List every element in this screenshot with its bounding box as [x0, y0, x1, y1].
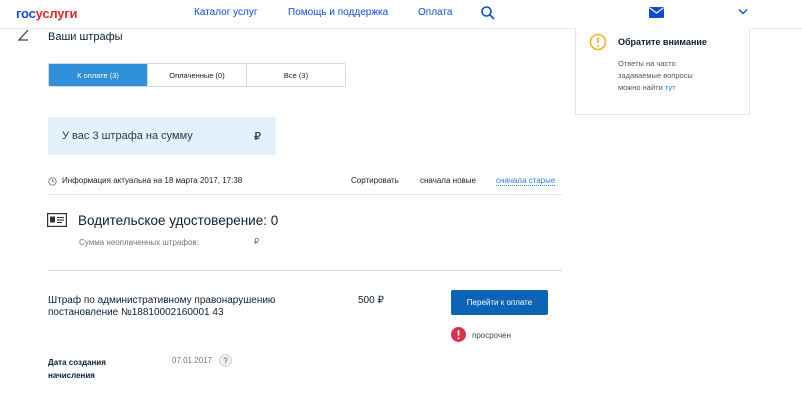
chevron-down-icon[interactable]	[738, 8, 748, 15]
notice-link[interactable]: тут	[665, 83, 676, 92]
notice-panel: Обратите внимание Ответы на часто задава…	[575, 28, 750, 115]
notice-title: Обратите внимание	[618, 37, 707, 47]
gosuslugi-logo[interactable]: госуслуги	[16, 6, 78, 21]
fines-tabs: К оплате (3) Оплаченные (0) Все (3)	[48, 63, 346, 87]
sort-oldest[interactable]: сначала старые	[496, 176, 556, 186]
tab-paid[interactable]: Оплаченные (0)	[148, 64, 247, 86]
clock-icon	[48, 177, 57, 186]
divider	[48, 194, 562, 195]
page-title: Ваши штрафы	[48, 31, 123, 43]
license-title: Водительское удостоверение: 0	[78, 213, 279, 228]
search-icon[interactable]	[480, 5, 496, 21]
sort-label: Сортировать	[351, 176, 399, 185]
overdue-icon	[451, 327, 466, 342]
summary-box: У вас 3 штрафа на сумму ₽	[48, 117, 276, 155]
mail-icon[interactable]	[649, 7, 664, 18]
warning-icon	[589, 33, 607, 51]
nav-payment[interactable]: Оплата	[418, 7, 452, 18]
tab-all[interactable]: Все (3)	[247, 64, 345, 86]
sort-newest[interactable]: сначала новые	[420, 176, 476, 185]
date-created-value: 07.01.2017	[172, 356, 213, 365]
divider	[48, 270, 562, 271]
notice-text: Ответы на часто задаваемые вопросы можно…	[618, 59, 693, 92]
help-icon[interactable]: ?	[219, 354, 232, 367]
nav-help[interactable]: Помощь и поддержка	[288, 7, 388, 18]
tab-to-pay[interactable]: К оплате (3)	[49, 64, 148, 86]
fine-amount: 500 ₽	[358, 295, 384, 306]
unpaid-sum-currency: ₽	[254, 237, 260, 246]
summary-currency: ₽	[254, 131, 261, 143]
back-arrow-icon[interactable]	[16, 28, 32, 44]
unpaid-sum-label: Сумма неоплаченных штрафов:	[79, 238, 199, 247]
top-bar: госуслуги Каталог услуг Помощь и поддерж…	[0, 0, 802, 29]
summary-text: У вас 3 штрафа на сумму	[62, 130, 193, 142]
pay-button[interactable]: Перейти к оплате	[451, 290, 548, 315]
fine-title: Штраф по административному правонарушени…	[48, 295, 276, 318]
id-card-icon	[47, 213, 67, 227]
overdue-status: просрочен	[472, 331, 511, 340]
svg-text:?: ?	[223, 356, 228, 365]
date-created-label: Дата создания начисления	[48, 358, 106, 380]
nav-catalog[interactable]: Каталог услуг	[194, 7, 258, 18]
info-timestamp: Информация актуальна на 18 марта 2017, 1…	[62, 176, 243, 185]
